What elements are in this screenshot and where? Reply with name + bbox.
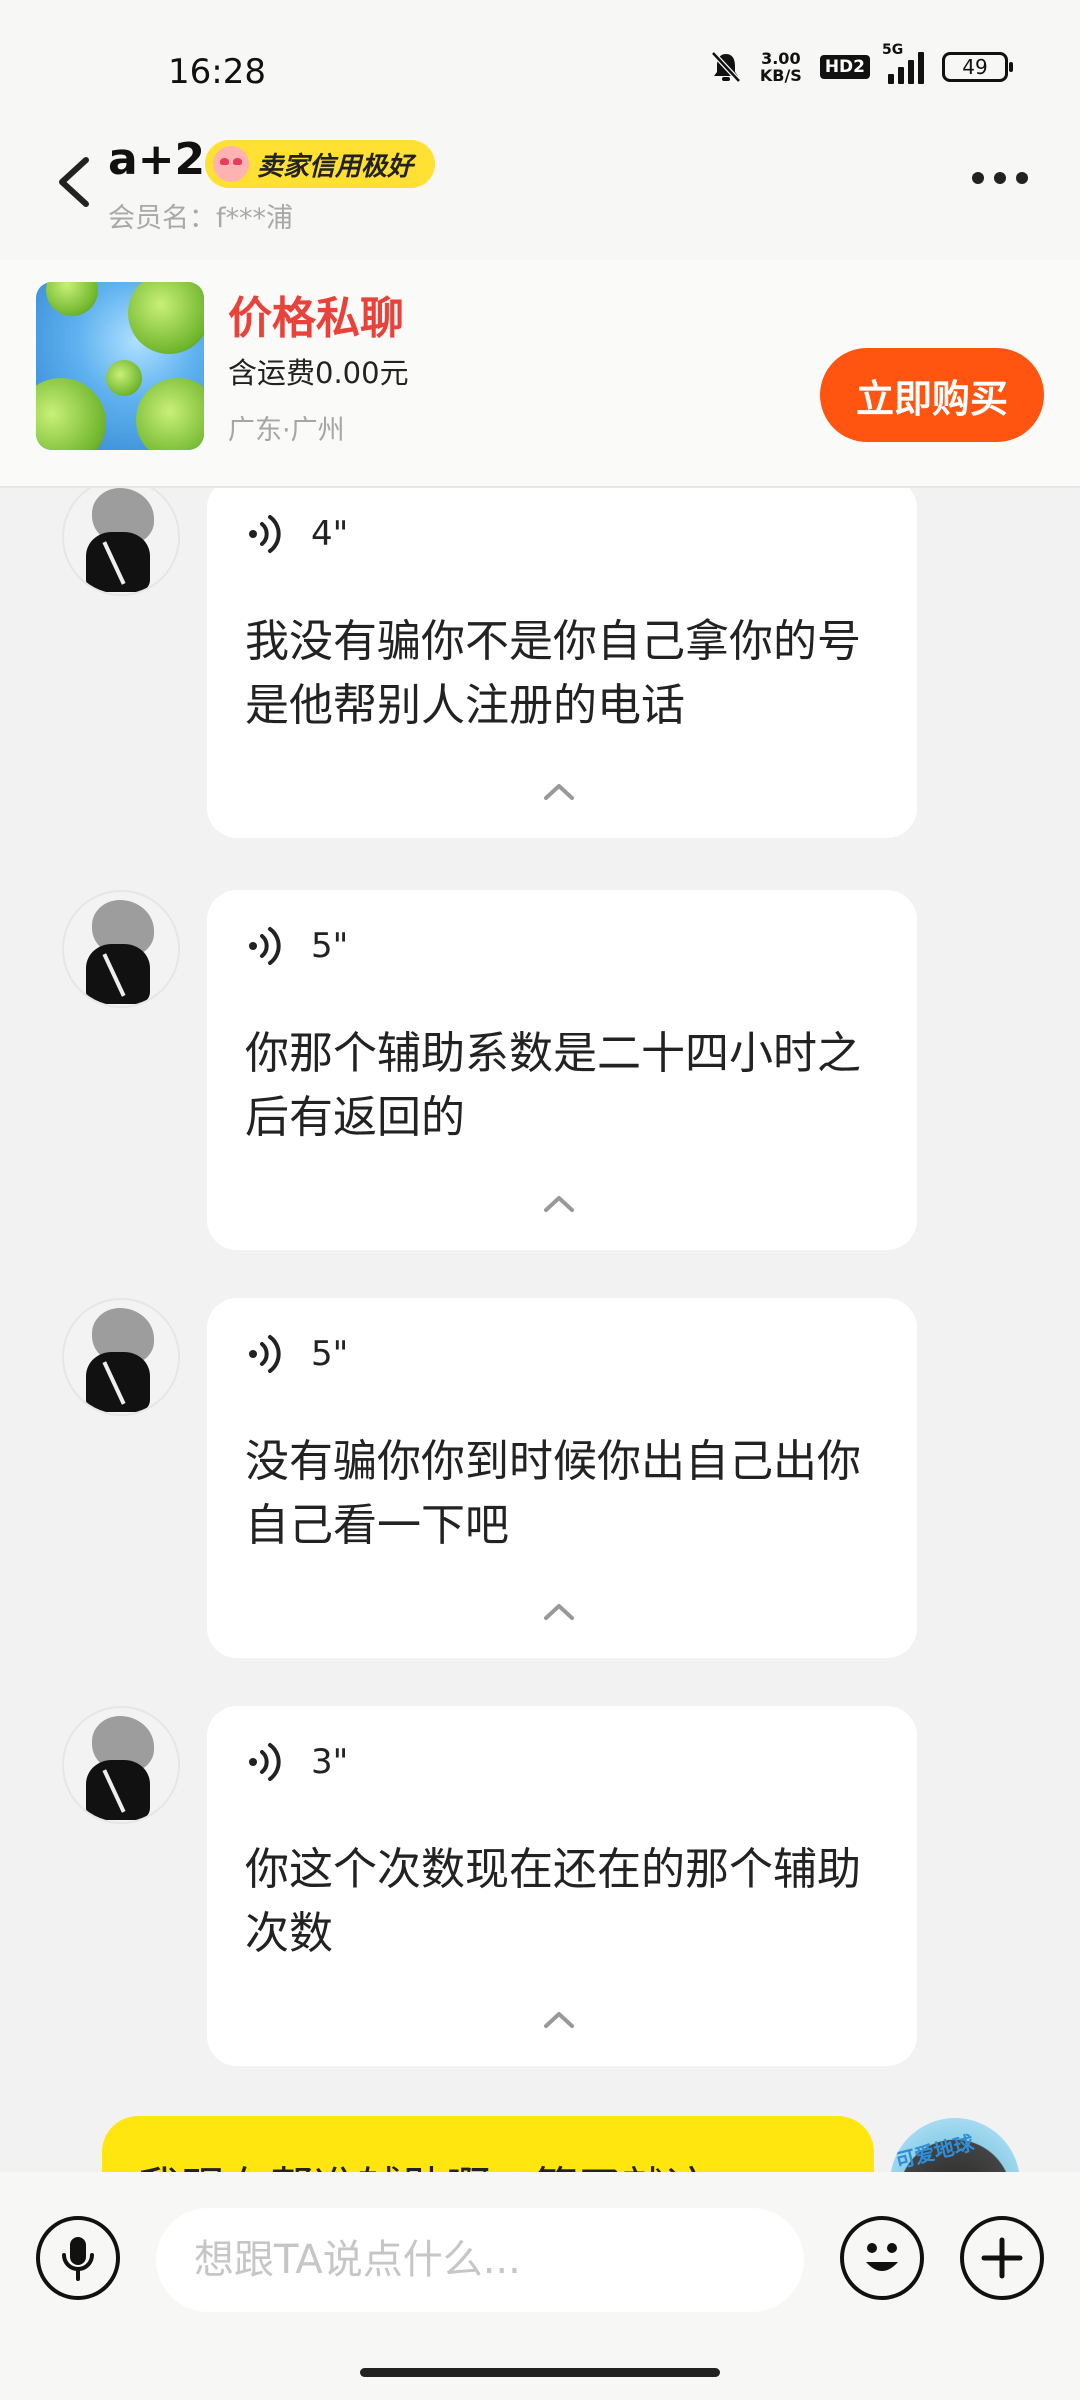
- collapse-chevron-icon[interactable]: [542, 1600, 576, 1622]
- battery-icon: 49: [942, 52, 1013, 82]
- product-location: 广东·广州: [228, 415, 345, 446]
- collapse-chevron-icon[interactable]: [542, 2008, 576, 2030]
- network-speed-value: 3.00: [761, 49, 801, 68]
- home-indicator[interactable]: [360, 2368, 720, 2377]
- network-speed: 3.00 KB/S: [760, 50, 802, 84]
- voice-wave-icon: [249, 515, 281, 553]
- voice-transcript: 我没有骗你不是你自己拿你的号是他帮别人注册的电话: [245, 616, 861, 731]
- sender-avatar[interactable]: [62, 1706, 180, 1824]
- voice-play-control[interactable]: 5": [245, 1332, 348, 1376]
- back-arrow-icon[interactable]: [50, 150, 98, 214]
- voice-message-bubble[interactable]: 3" 你这个次数现在还在的那个辅助次数: [207, 1706, 917, 2066]
- more-options-icon[interactable]: [972, 172, 1028, 184]
- sender-avatar[interactable]: [62, 890, 180, 1008]
- product-shipping: 含运费0.00元: [228, 356, 409, 390]
- more-actions-button[interactable]: [960, 2216, 1044, 2300]
- collapse-chevron-icon[interactable]: [542, 1192, 576, 1214]
- voice-message-bubble[interactable]: 5" 你那个辅助系数是二十四小时之后有返回的: [207, 890, 917, 1250]
- chat-title: a+2: [108, 134, 206, 185]
- mute-bell-icon: [711, 51, 741, 83]
- plus-icon: [981, 2237, 1023, 2279]
- hd-badge: HD2: [819, 55, 870, 79]
- voice-duration: 5": [311, 1334, 349, 1374]
- voice-duration: 3": [311, 1742, 349, 1782]
- smiley-face-icon: [866, 2243, 898, 2271]
- sender-avatar[interactable]: [62, 1298, 180, 1416]
- voice-message-bubble[interactable]: 4" 我没有骗你不是你自己拿你的号是他帮别人注册的电话: [207, 488, 917, 838]
- product-price-label: 价格私聊: [228, 293, 404, 344]
- message-list[interactable]: 4" 我没有骗你不是你自己拿你的号是他帮别人注册的电话 5" 你那个辅助系数是二…: [0, 488, 1080, 2188]
- product-image[interactable]: [36, 282, 204, 450]
- seller-credit-badge[interactable]: 卖家信用极好: [205, 140, 436, 188]
- voice-transcript: 你那个辅助系数是二十四小时之后有返回的: [245, 1028, 861, 1143]
- member-name: 会员名：f***浦: [108, 203, 294, 234]
- emoji-button[interactable]: [840, 2216, 924, 2300]
- message-input-bar: [0, 2172, 1080, 2400]
- buy-now-button[interactable]: 立即购买: [820, 348, 1044, 442]
- voice-duration: 4": [311, 514, 349, 554]
- collapse-chevron-icon[interactable]: [542, 780, 576, 802]
- seller-credit-label: 卖家信用极好: [257, 151, 414, 182]
- voice-wave-icon: [249, 1743, 281, 1781]
- voice-transcript: 没有骗你你到时候你出自己出你自己看一下吧: [245, 1436, 861, 1551]
- battery-level: 49: [962, 55, 988, 79]
- voice-transcript: 你这个次数现在还在的那个辅助次数: [245, 1844, 861, 1959]
- microphone-icon: [62, 2237, 94, 2281]
- voice-message-bubble[interactable]: 5" 没有骗你你到时候你出自己出你自己看一下吧: [207, 1298, 917, 1658]
- signal-icon: 5G: [882, 42, 924, 84]
- message-input[interactable]: [156, 2208, 804, 2312]
- voice-wave-icon: [249, 927, 281, 965]
- sender-avatar[interactable]: [62, 488, 180, 596]
- heart-eyes-emoji-icon: [213, 146, 249, 182]
- status-icons: 3.00 KB/S HD2 5G 49: [710, 42, 1013, 84]
- voice-input-button[interactable]: [36, 2216, 120, 2300]
- status-time: 16:28: [168, 52, 266, 92]
- voice-play-control[interactable]: 3": [245, 1740, 348, 1784]
- chat-header: a+2 卖家信用极好 会员名：f***浦: [0, 100, 1080, 260]
- voice-play-control[interactable]: 4": [245, 512, 348, 556]
- network-type-label: 5G: [882, 42, 904, 58]
- product-card[interactable]: 价格私聊 含运费0.00元 广东·广州 立即购买: [0, 260, 1080, 488]
- voice-duration: 5": [311, 926, 349, 966]
- voice-wave-icon: [249, 1335, 281, 1373]
- network-speed-unit: KB/S: [759, 66, 802, 85]
- voice-play-control[interactable]: 5": [245, 924, 348, 968]
